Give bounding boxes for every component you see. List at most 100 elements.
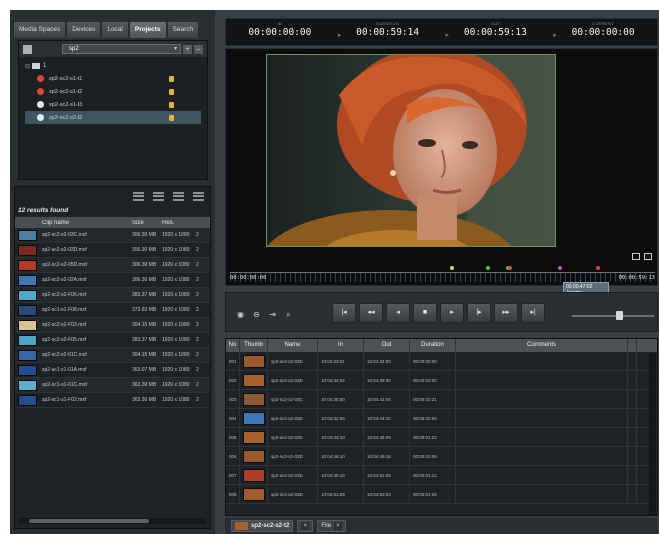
col-comments[interactable]: Comments	[456, 339, 628, 352]
tree-item[interactable]: sp2-sc2-s1-t3	[25, 98, 201, 111]
add-icon[interactable]: +	[183, 44, 192, 54]
mark-icon[interactable]: ⊖	[250, 310, 263, 320]
video-frame[interactable]	[266, 54, 556, 247]
clip-row[interactable]: sp2-sc2-s2-03C.mxf 306.30 MB 1920 x 1080 2	[15, 228, 210, 243]
col-no[interactable]: No	[226, 339, 240, 352]
table-row[interactable]: 004 sp2-sc2-s2-03D 10:04:42:05 10:04:44:10 0…	[226, 408, 657, 428]
tree-item[interactable]: sp2-sc2-s1-t2	[25, 85, 201, 98]
clip-extra: 2	[196, 382, 199, 388]
project-browser: sp2 ▾ + – ⊟ 1 sp2-sc2-s1-t1 sp2-sc2-s1-t2…	[18, 40, 208, 180]
clip-row[interactable]: sp2-sc2-s2-F05.mxf 383.37 MB 1920 x 1080 2	[15, 333, 210, 348]
tab-local[interactable]: Local	[102, 22, 128, 38]
tab-projects[interactable]: Projects	[129, 22, 166, 38]
scroll-knob[interactable]	[29, 519, 149, 523]
vertical-scrollbar[interactable]	[649, 353, 656, 515]
cell-comments[interactable]	[456, 408, 628, 428]
cell-comments[interactable]	[456, 427, 628, 447]
cell-comments[interactable]	[456, 446, 628, 466]
play-button[interactable]: ▸	[440, 303, 464, 323]
grid-view-icon[interactable]	[153, 191, 164, 201]
step-back-button[interactable]: ◂	[386, 303, 410, 323]
timeline-marker[interactable]	[450, 266, 454, 270]
timeline-marker[interactable]	[558, 266, 562, 270]
timecode-value[interactable]: 00:00:59:13	[442, 27, 550, 38]
col-in[interactable]: In	[318, 339, 364, 352]
close-icon[interactable]: ×	[301, 522, 310, 530]
go-end-button[interactable]: ▸|	[521, 303, 545, 323]
tab-devices[interactable]: Devices	[67, 22, 101, 38]
expand-icon[interactable]: ⊟	[25, 63, 30, 70]
clip-row[interactable]: sp2-sc2-s2-F03.mxf 304.15 MB 1920 x 1080 2	[15, 318, 210, 333]
cell-comments[interactable]	[456, 370, 628, 390]
table-row[interactable]: 005 sp2-sc2-s2-03D 10:04:44:10 10:04:46:09 0…	[226, 427, 657, 447]
cell-comments[interactable]	[456, 389, 628, 409]
close-icon[interactable]: ×	[334, 522, 343, 530]
detail-view-icon[interactable]	[173, 191, 184, 201]
tab-media-spaces[interactable]: Media Spaces	[14, 22, 66, 38]
grid-icon[interactable]	[644, 253, 652, 260]
col-name[interactable]: Name	[268, 339, 318, 352]
remove-icon[interactable]: –	[194, 44, 203, 54]
timecode-value[interactable]: 00:00:00:00	[226, 27, 334, 38]
tree-item[interactable]: sp2-sc2-s2-t2	[25, 111, 201, 124]
cell-name: sp2-sc2-s2-03C	[268, 389, 318, 409]
horizontal-scrollbar[interactable]	[19, 518, 206, 524]
clip-row[interactable]: sp2-sc2-s2-03D.mxf 306.30 MB 1920 x 1080 2	[15, 243, 210, 258]
list-view-icon[interactable]	[133, 191, 144, 201]
tab-file[interactable]: File ×	[317, 520, 347, 532]
split-icon[interactable]: ⇥	[266, 310, 279, 320]
col-size[interactable]: Size	[129, 220, 159, 226]
timecode-label: CURRENT	[592, 21, 614, 26]
timeline-marker[interactable]	[596, 266, 600, 270]
col-res[interactable]: Res.	[159, 220, 193, 226]
volume-slider[interactable]	[572, 311, 654, 320]
table-row[interactable]: 001 sp2-sc2-s2-03D 10:04:23:01 10:04:34:00 0…	[226, 351, 657, 371]
tree-root[interactable]: ⊟ 1	[25, 60, 207, 72]
filmstrip-view-icon[interactable]	[193, 191, 204, 201]
table-row[interactable]: 002 sp2-sc2-s2-03D 10:04:34:04 10:04:38:00 0…	[226, 370, 657, 390]
tab-close-seq[interactable]: ×	[297, 520, 314, 532]
clip-name: sp2-sc2-s2-03C.mxf	[42, 232, 87, 238]
timeline-marker[interactable]	[486, 266, 490, 270]
tab-search[interactable]: Search	[167, 22, 198, 38]
clip-row[interactable]: sp2-sc1-s1-F02.mxf 363.30 MB 1920 x 1080 2	[15, 393, 210, 408]
step-forward-button[interactable]: |▸	[467, 303, 491, 323]
tree-item[interactable]: sp2-sc2-s1-t1	[25, 72, 201, 85]
clip-row[interactable]: sp2-sc1-s1-01A.mxf 363.07 MB 1920 x 1080 2	[15, 363, 210, 378]
table-row[interactable]: 008 sp2-sc2-s2-03D 10:04:51:09 10:04:53:03 0…	[226, 484, 657, 504]
col-clip-name[interactable]: Clip name	[39, 220, 129, 226]
cell-comments[interactable]	[456, 351, 628, 371]
tab-sequence[interactable]: sp2-sc2-s2-t2	[231, 520, 294, 532]
col-thumb[interactable]: Thumb	[240, 339, 268, 352]
tree-item-label: sp2-sc2-s1-t3	[49, 101, 83, 108]
cell-comments[interactable]	[456, 484, 628, 504]
go-start-button[interactable]: |◂	[332, 303, 356, 323]
record-toggle-icon[interactable]: ◉	[234, 310, 247, 320]
fullscreen-icon[interactable]	[632, 253, 640, 260]
clip-row[interactable]: sp2-sc2-s2-F06.mxf 383.37 MB 1920 x 1080 2	[15, 288, 210, 303]
clip-res: 1920 x 1080	[162, 337, 190, 343]
stop-button[interactable]: ■	[413, 303, 437, 323]
clip-row[interactable]: sp2-sc2-s2-05D.mxf 306.30 MB 1920 x 1080 2	[15, 258, 210, 273]
fast-forward-button[interactable]: ▸▸	[494, 303, 518, 323]
table-row[interactable]: 003 sp2-sc2-s2-03C 10:04:38:00 10:04:42:04 0…	[226, 389, 657, 409]
project-select[interactable]: sp2 ▾	[62, 44, 181, 54]
table-row[interactable]: 007 sp2-sc2-s2-03D 10:04:49:10 10:04:51:09 0…	[226, 465, 657, 485]
timecode-value[interactable]: 00:00:59:14	[334, 27, 442, 38]
cell-out: 10:04:38:00	[364, 370, 410, 390]
clip-row[interactable]: sp2-sc2-s2-01C.mxf 304.15 MB 1920 x 1080 2	[15, 348, 210, 363]
col-duration[interactable]: Duration	[410, 339, 456, 352]
cell-comments[interactable]	[456, 465, 628, 485]
timeline-track[interactable]	[230, 272, 655, 282]
clip-row[interactable]: sp2-sc2-s2-02A.mxf 306.30 MB 1920 x 1080 2	[15, 273, 210, 288]
timecode-value[interactable]: 00:00:00:00	[549, 27, 657, 38]
search-icon[interactable]: ⌕	[282, 310, 295, 320]
slider-knob[interactable]	[616, 311, 623, 320]
cell-name: sp2-sc2-s2-03D	[268, 465, 318, 485]
clip-row[interactable]: sp2-sc1-s1-F08.mxf 373.63 MB 1920 x 1080 2	[15, 303, 210, 318]
clip-row[interactable]: sp2-sc1-s1-01C.mxf 363.30 MB 1920 x 1080 2	[15, 378, 210, 393]
table-row[interactable]: 006 sp2-sc2-s2-03D 10:04:46:10 10:04:49:16 0…	[226, 446, 657, 466]
rewind-button[interactable]: ◂◂	[359, 303, 383, 323]
col-out[interactable]: Out	[364, 339, 410, 352]
timeline-marker[interactable]	[508, 266, 512, 270]
